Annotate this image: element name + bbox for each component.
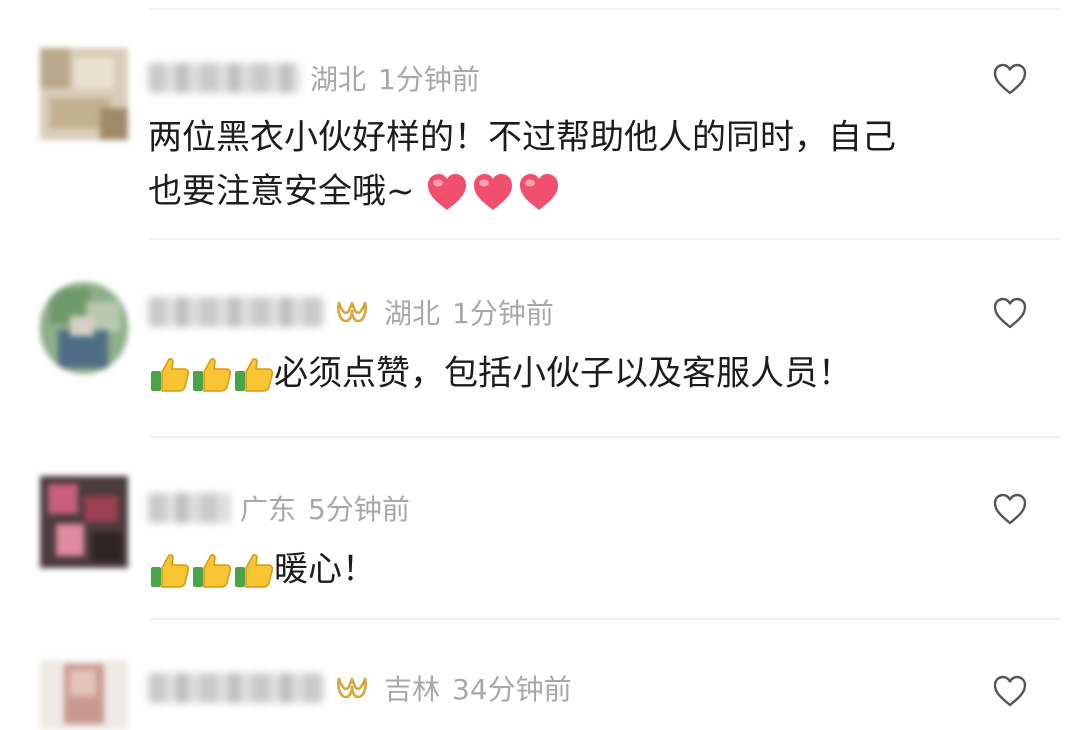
- comment-text: 必须点赞，包括小伙子以及客服人员！: [148, 344, 1040, 402]
- comment-text-line-2: 也要注意安全哦~: [148, 162, 1040, 220]
- username-blurred[interactable]: [148, 63, 300, 93]
- top-divider: [150, 8, 1060, 10]
- like-heart-icon[interactable]: [992, 492, 1028, 526]
- comment-meta: 湖北 1分钟前: [148, 56, 480, 100]
- gold-infinity-badge-icon: [337, 301, 367, 323]
- avatar[interactable]: [40, 660, 128, 730]
- gold-infinity-badge-icon: [337, 677, 367, 699]
- avatar[interactable]: [40, 476, 128, 568]
- location-label: 湖北: [310, 63, 367, 96]
- comment-divider: [150, 436, 1060, 438]
- red-heart-emoji: [471, 171, 515, 213]
- location-label: 广东: [240, 493, 297, 526]
- like-heart-icon[interactable]: [992, 674, 1028, 708]
- like-heart-icon[interactable]: [992, 296, 1028, 330]
- thumbs-up-emoji: [148, 549, 192, 591]
- thumbs-up-emoji: [190, 353, 234, 395]
- comment-divider: [150, 618, 1060, 620]
- time-label: 1分钟前: [452, 297, 554, 330]
- thumbs-up-emoji: [190, 549, 234, 591]
- thumbs-up-emoji: [148, 353, 192, 395]
- location-label: 吉林: [384, 673, 441, 706]
- avatar[interactable]: [40, 48, 128, 140]
- username-blurred[interactable]: [148, 673, 324, 703]
- like-heart-icon[interactable]: [992, 62, 1028, 96]
- thumbs-up-emoji: [232, 549, 276, 591]
- avatar[interactable]: [40, 282, 128, 374]
- time-label: 5分钟前: [308, 493, 410, 526]
- thumbs-up-emoji: [232, 353, 276, 395]
- comment-meta: 广东 5分钟前: [148, 486, 410, 530]
- location-label: 湖北: [384, 297, 441, 330]
- time-label: 34分钟前: [452, 673, 572, 706]
- comment-divider: [150, 238, 1060, 240]
- username-blurred[interactable]: [148, 297, 324, 327]
- comment-text: 两位黑衣小伙好样的！不过帮助他人的同时，自己: [148, 117, 896, 158]
- time-label: 1分钟前: [378, 63, 480, 96]
- comment-meta: 湖北 1分钟前: [148, 290, 554, 334]
- comment-meta: 吉林 34分钟前: [148, 666, 572, 710]
- username-blurred[interactable]: [148, 493, 230, 523]
- red-heart-emoji: [517, 171, 561, 213]
- red-heart-emoji: [425, 171, 469, 213]
- comment-text: 暖心！: [148, 540, 1040, 598]
